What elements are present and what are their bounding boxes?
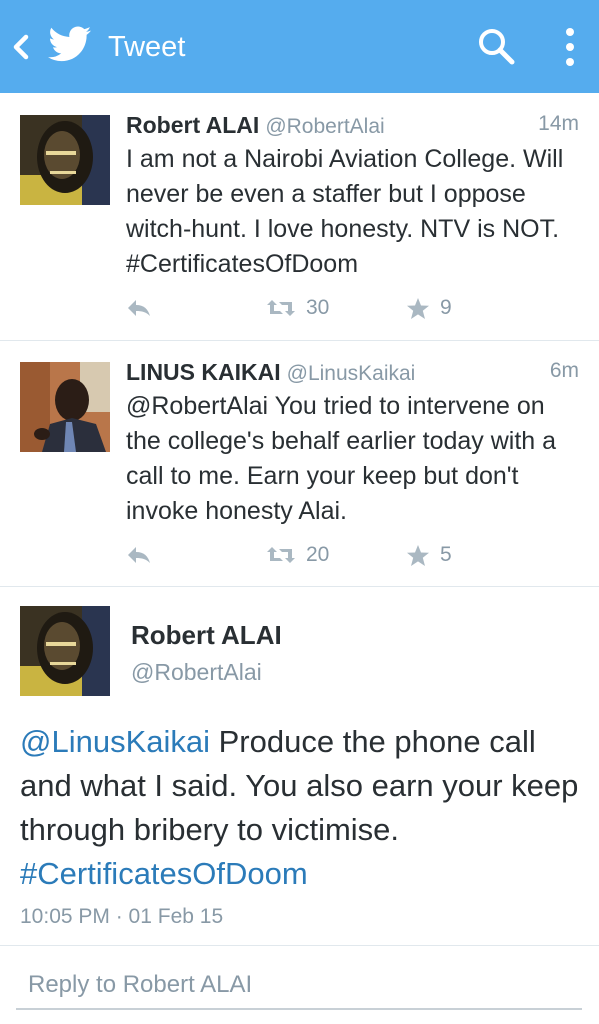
reply-icon [128, 547, 150, 563]
author-handle[interactable]: @LinusKaikai [287, 362, 416, 385]
hashtag-link[interactable]: #CertificatesOfDoom [20, 856, 308, 891]
author-name[interactable]: Robert ALAI [131, 620, 282, 651]
overflow-menu-icon[interactable] [560, 26, 580, 68]
author-name[interactable]: LINUS KAIKAI [126, 359, 281, 385]
divider [0, 945, 599, 946]
top-app-bar: Tweet [0, 0, 599, 93]
favorite-button[interactable]: 9 [406, 291, 452, 325]
back-icon[interactable] [10, 30, 30, 64]
retweet-count: 20 [306, 543, 330, 566]
retweet-button[interactable]: 20 [266, 538, 329, 572]
tweet-list-item[interactable]: LINUS KAIKAI @LinusKaikai 6m @RobertAlai … [0, 341, 599, 587]
favorite-star-icon [407, 297, 429, 319]
reply-input[interactable] [16, 962, 594, 1008]
avatar[interactable] [20, 362, 110, 452]
tweet-text: @LinusKaikai Produce the phone call and … [20, 720, 585, 896]
tweet-actions: 30 9 [126, 291, 586, 325]
tweet-list-item[interactable]: Robert ALAI @RobertAlai 14m I am not a Na… [0, 94, 599, 341]
retweet-button[interactable]: 30 [266, 291, 329, 325]
favorite-count: 9 [440, 296, 452, 319]
author-handle[interactable]: @RobertAlai [131, 659, 262, 686]
tweet-time: 6m [549, 359, 579, 382]
retweet-icon [267, 547, 295, 563]
page-title: Tweet [108, 31, 186, 63]
reply-box[interactable] [16, 962, 594, 1010]
twitter-bird-icon [48, 26, 91, 62]
tweet-time: 14m [538, 112, 579, 135]
tweet-actions: 20 5 [126, 538, 586, 572]
tweet-timestamp: 10:05 PM · 01 Feb 15 [20, 905, 224, 928]
favorite-star-icon [407, 544, 429, 566]
tweet-text: I am not a Nairobi Aviation College. Wil… [126, 145, 564, 278]
mention-link[interactable]: @LinusKaikai [20, 724, 210, 759]
reply-button[interactable] [126, 291, 152, 325]
retweet-count: 30 [306, 296, 330, 319]
search-icon[interactable] [476, 26, 516, 66]
tweet-header: Robert ALAI @RobertAlai 14m [126, 112, 579, 142]
reply-button[interactable] [126, 538, 152, 572]
tweet-header: LINUS KAIKAI @LinusKaikai 6m [126, 359, 579, 389]
favorite-button[interactable]: 5 [406, 538, 452, 572]
retweet-icon [267, 300, 295, 316]
tweet-text: @RobertAlai You tried to intervene on th… [126, 392, 557, 525]
avatar[interactable] [20, 115, 110, 205]
author-handle[interactable]: @RobertAlai [265, 115, 384, 138]
reply-icon [128, 300, 150, 316]
avatar[interactable] [20, 606, 110, 696]
author-name[interactable]: Robert ALAI [126, 112, 259, 138]
favorite-count: 5 [440, 543, 452, 566]
